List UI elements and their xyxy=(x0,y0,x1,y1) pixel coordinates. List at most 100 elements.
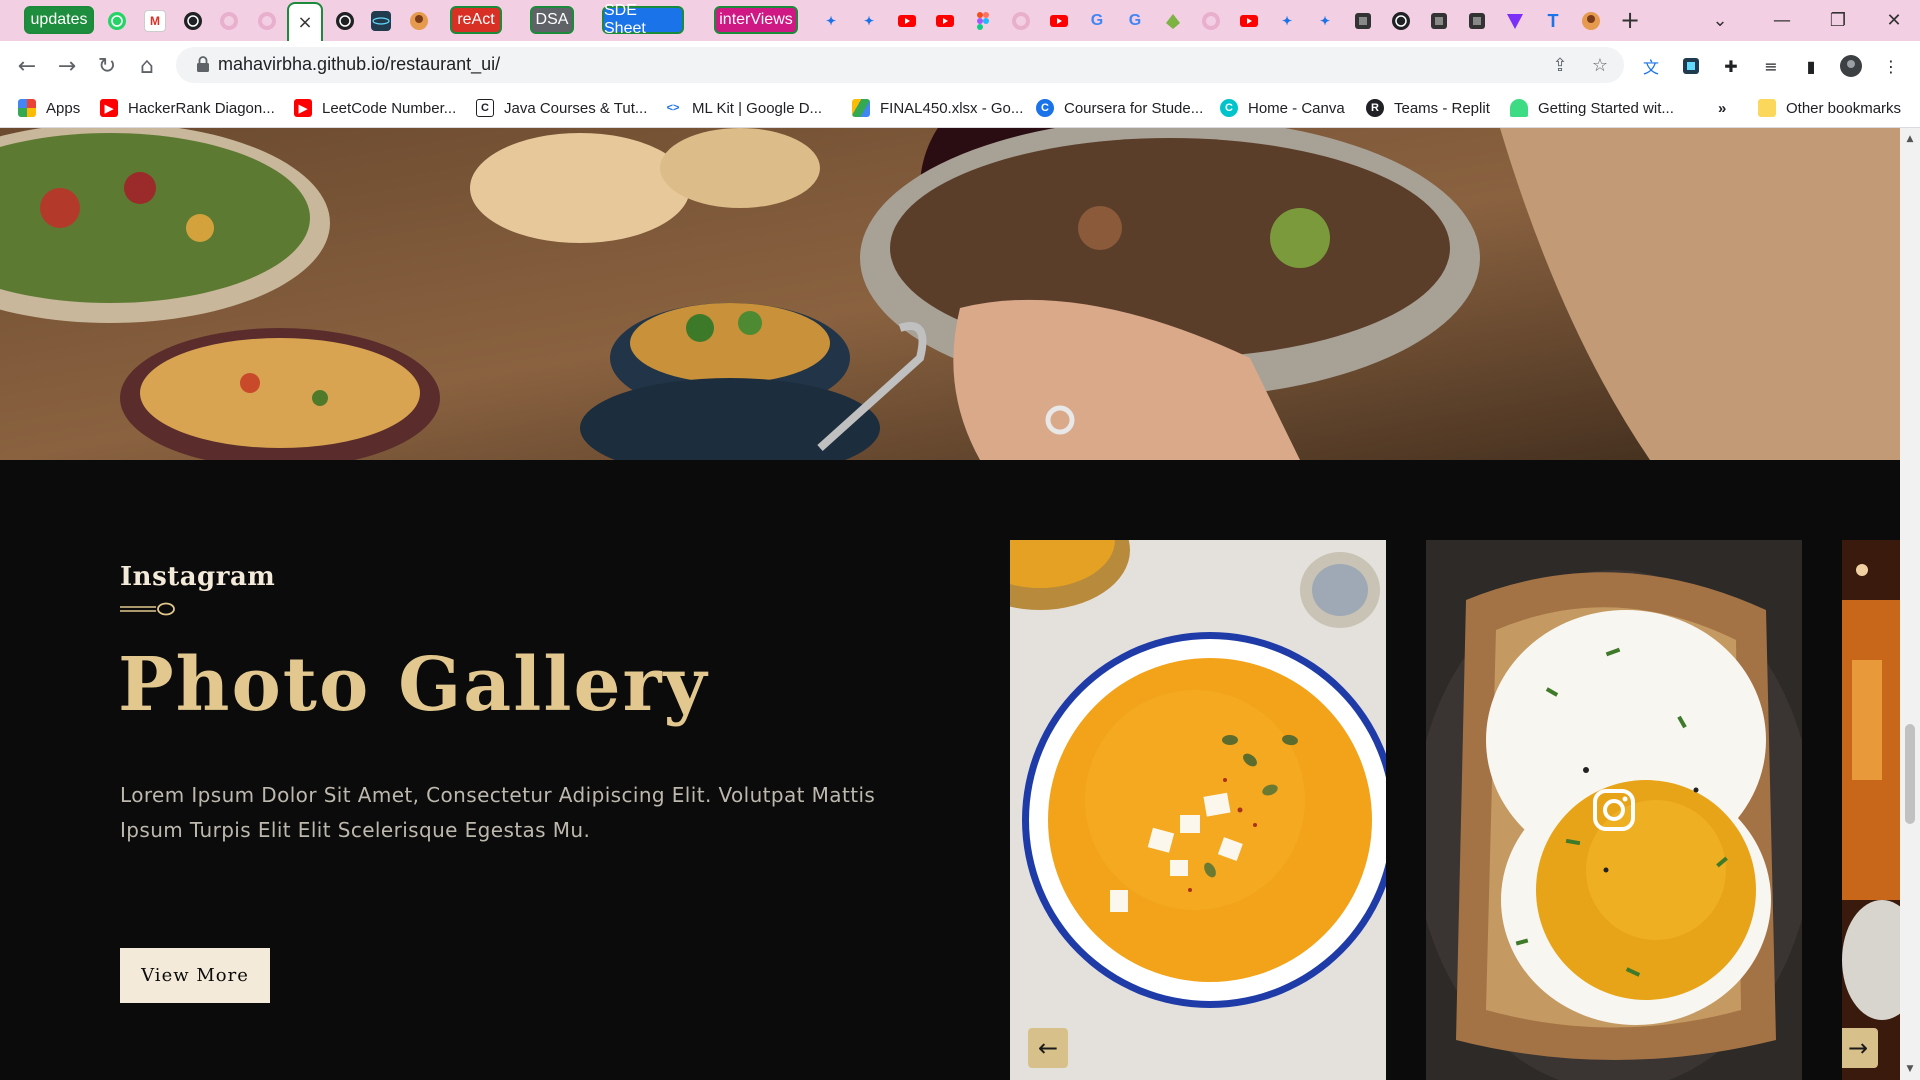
view-more-button[interactable]: View More xyxy=(120,948,270,1003)
t-icon[interactable]: T xyxy=(1542,10,1564,32)
side-panel-icon[interactable]: ▮ xyxy=(1800,55,1822,77)
profile-avatar[interactable] xyxy=(1840,55,1862,77)
youtube-icon[interactable] xyxy=(896,10,918,32)
coursera-icon: C xyxy=(1036,99,1054,117)
page-scrollbar[interactable]: ▲ ▼ xyxy=(1900,128,1920,1080)
new-tab-button[interactable]: + xyxy=(1618,6,1642,34)
chip-icon[interactable] xyxy=(1466,10,1488,32)
globe-icon[interactable] xyxy=(1390,10,1412,32)
hero-food-image xyxy=(0,128,1900,460)
google-icon[interactable]: G xyxy=(1086,10,1108,32)
gallery-prev-arrow-button[interactable]: ← xyxy=(1028,1028,1068,1068)
chip-icon[interactable] xyxy=(1352,10,1374,32)
bookmark-canva[interactable]: C Home - Canva xyxy=(1220,97,1345,119)
gallery-eyebrow: Instagram xyxy=(120,562,276,592)
android-icon[interactable] xyxy=(1162,10,1184,32)
bookmark-coursera[interactable]: C Coursera for Stude... xyxy=(1036,97,1203,119)
gmail-icon[interactable]: M xyxy=(144,10,166,32)
bookmark-label: Other bookmarks xyxy=(1786,99,1902,117)
hero-illustration xyxy=(0,128,1900,460)
figma-icon[interactable] xyxy=(972,10,994,32)
bookmark-label: Getting Started wit... xyxy=(1538,99,1674,117)
gallery-photo-partial[interactable]: → xyxy=(1842,540,1900,1080)
tab-group-sde-sheet[interactable]: SDE Sheet xyxy=(602,2,684,37)
lock-icon[interactable] xyxy=(194,55,212,73)
tab-group-dsa[interactable]: DSA xyxy=(530,6,574,34)
whatsapp-icon[interactable] xyxy=(106,10,128,32)
folder-icon xyxy=(1758,99,1776,117)
drive-icon xyxy=(852,99,870,117)
globe-icon[interactable] xyxy=(182,10,204,32)
chip-extension-icon[interactable] xyxy=(1680,55,1702,77)
bookmarks-overflow-button[interactable]: » xyxy=(1718,97,1726,119)
close-window-button[interactable]: ✕ xyxy=(1882,8,1906,32)
page-viewport: Instagram Photo Gallery Lorem Ipsum Dolo… xyxy=(0,128,1900,1080)
bookmark-label: Coursera for Stude... xyxy=(1064,99,1204,117)
avatar-icon[interactable] xyxy=(408,10,430,32)
soup-photo-illustration xyxy=(1010,540,1386,1080)
scroll-up-arrow-icon[interactable]: ▲ xyxy=(1905,134,1915,144)
youtube-icon[interactable] xyxy=(1238,10,1260,32)
minimize-button[interactable]: — xyxy=(1770,8,1794,32)
scrollbar-thumb[interactable] xyxy=(1905,724,1915,824)
replit-icon: R xyxy=(1366,99,1384,117)
active-tab-close[interactable]: × xyxy=(287,2,323,41)
github-icon[interactable] xyxy=(256,10,278,32)
github-icon[interactable] xyxy=(218,10,240,32)
translate-extension-icon[interactable]: 文 xyxy=(1640,55,1662,77)
github-icon[interactable] xyxy=(1010,10,1032,32)
bookmark-hackerrank[interactable]: ▶ HackerRank Diagon... xyxy=(100,97,275,119)
forward-arrow-icon[interactable]: → xyxy=(54,53,80,79)
bookmark-other-bookmarks[interactable]: Other bookmarks xyxy=(1758,97,1901,119)
instagram-icon[interactable] xyxy=(1592,788,1636,832)
google-icon[interactable]: G xyxy=(1124,10,1146,32)
bookmark-label: Home - Canva xyxy=(1248,99,1345,117)
bookmark-label: Apps xyxy=(46,99,81,117)
browser-chrome: updates M × reAct DSA SDE Sheet interVie… xyxy=(0,0,1920,128)
youtube-icon[interactable] xyxy=(1048,10,1070,32)
bookmark-getting-started[interactable]: Getting Started wit... xyxy=(1510,97,1674,119)
bookmark-label: Teams - Replit xyxy=(1394,99,1490,117)
scroll-down-arrow-icon[interactable]: ▼ xyxy=(1905,1064,1915,1074)
gallery-description: Lorem Ipsum Dolor Sit Amet, Consectetur … xyxy=(120,783,876,842)
tab-favicon-icon[interactable]: ✦ xyxy=(1314,10,1336,32)
tab-group-interviews[interactable]: interViews xyxy=(714,6,798,34)
tab-favicon-icon[interactable]: ✦ xyxy=(858,10,880,32)
bookmark-replit[interactable]: R Teams - Replit xyxy=(1366,97,1490,119)
globe-icon[interactable] xyxy=(334,10,356,32)
tab-search-dropdown-icon[interactable]: ⌄ xyxy=(1708,8,1732,32)
bookmark-ml-kit[interactable]: <> ML Kit | Google D... xyxy=(664,97,822,119)
tab-group-react[interactable]: reAct xyxy=(450,6,502,34)
media-queue-icon[interactable]: ≡ xyxy=(1760,55,1782,77)
github-icon[interactable] xyxy=(1200,10,1222,32)
bookmark-star-icon[interactable]: ☆ xyxy=(1590,55,1610,76)
bookmark-final450[interactable]: FINAL450.xlsx - Go... xyxy=(852,97,1023,119)
share-icon[interactable]: ⇪ xyxy=(1550,55,1570,76)
address-bar[interactable]: mahavirbha.github.io/restaurant_ui/ ⇪ ☆ xyxy=(176,47,1624,83)
bookmark-apps[interactable]: Apps xyxy=(18,97,80,119)
bookmark-label: HackerRank Diagon... xyxy=(128,99,275,117)
maximize-button[interactable]: ❐ xyxy=(1826,8,1850,32)
bookmark-leetcode[interactable]: ▶ LeetCode Number... xyxy=(294,97,456,119)
vite-icon[interactable] xyxy=(1504,10,1526,32)
bookmark-label: ML Kit | Google D... xyxy=(692,99,823,117)
home-icon[interactable]: ⌂ xyxy=(134,53,160,79)
tab-favicon-icon[interactable]: ✦ xyxy=(820,10,842,32)
reload-icon[interactable]: ↻ xyxy=(94,53,120,79)
gallery-photo-soup[interactable]: ← xyxy=(1010,540,1386,1080)
avatar-icon[interactable] xyxy=(1580,10,1602,32)
gallery-photo-egg[interactable] xyxy=(1426,540,1802,1080)
menu-kebab-icon[interactable]: ⋮ xyxy=(1880,55,1902,77)
android-icon xyxy=(1510,99,1528,117)
chip-icon[interactable] xyxy=(1428,10,1450,32)
bookmark-label: FINAL450.xlsx - Go... xyxy=(880,99,1024,117)
tab-group-updates[interactable]: updates xyxy=(24,6,94,34)
url-text[interactable]: mahavirbha.github.io/restaurant_ui/ xyxy=(218,54,500,75)
tab-favicon-icon[interactable]: ✦ xyxy=(1276,10,1298,32)
puzzle-extensions-icon[interactable]: ✚ xyxy=(1720,55,1742,77)
gallery-next-arrow-button[interactable]: → xyxy=(1842,1028,1878,1068)
back-arrow-icon[interactable]: ← xyxy=(14,53,40,79)
bookmark-java-courses[interactable]: C Java Courses & Tut... xyxy=(476,97,647,119)
youtube-icon[interactable] xyxy=(934,10,956,32)
react-icon[interactable] xyxy=(370,10,392,32)
